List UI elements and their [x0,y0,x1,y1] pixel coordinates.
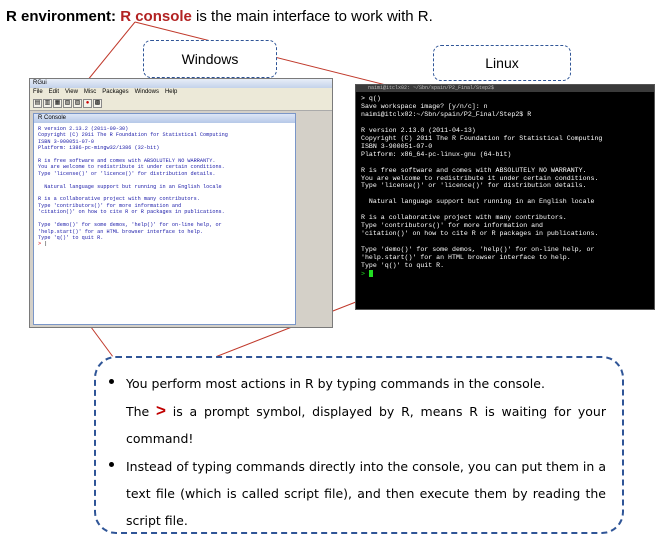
linux-label-box: Linux [433,45,571,81]
bullet-item-console: You perform most actions in R by typing … [109,370,606,452]
bullet-dot [109,462,114,467]
windows-r-console[interactable]: R Console R version 2.13.2 (2011-09-30) … [33,113,296,325]
bullet-text-prompt: The > is a prompt symbol, displayed by R… [126,401,606,446]
copy-icon[interactable]: ▧ [63,99,72,108]
linux-cursor [368,269,373,277]
windows-label-box: Windows [143,40,277,78]
linux-terminal-window: naimi@itclx02: ~/Sbn/spain/P2_Final/Step… [355,84,655,310]
bullet-item-script: Instead of typing commands directly into… [109,453,606,534]
linux-console-text: > q() Save workspace image? [y/n/c]: n n… [361,95,603,270]
stop-icon[interactable]: ● [83,99,92,108]
linux-terminal-titlebar: naimi@itclx02: ~/Sbn/spain/P2_Final/Step… [356,85,654,92]
r-console-title: R Console [34,114,295,123]
rgui-menubar: File Edit View Misc Packages Windows Hel… [30,88,332,97]
explanation-callout: You perform most actions in R by typing … [94,356,624,534]
open-script-icon[interactable]: ▤ [33,99,42,108]
menu-view[interactable]: View [65,88,78,97]
windows-label: Windows [181,51,239,67]
windows-prompt: > [38,241,42,248]
linux-label: Linux [485,55,519,71]
menu-help[interactable]: Help [165,88,177,97]
bullet-dot [109,379,114,384]
linux-prompt: > [361,270,365,278]
save-icon[interactable]: ▦ [53,99,62,108]
windows-console-output: R version 2.13.2 (2011-09-30) Copyright … [38,126,228,248]
bullet-text-console: You perform most actions in R by typing … [126,376,545,391]
paste-icon[interactable]: ▨ [73,99,82,108]
print-icon[interactable]: ▩ [93,99,102,108]
menu-edit[interactable]: Edit [49,88,59,97]
windows-rgui-window: RGui File Edit View Misc Packages Window… [29,78,333,328]
menu-file[interactable]: File [33,88,43,97]
rgui-titlebar: RGui [30,79,332,88]
menu-windows[interactable]: Windows [135,88,159,97]
menu-misc[interactable]: Misc [84,88,96,97]
windows-console-text: R version 2.13.2 (2011-09-30) Copyright … [38,126,228,241]
bullet-text-script: Instead of typing commands directly into… [126,459,606,528]
menu-packages[interactable]: Packages [102,88,128,97]
rgui-toolbar: ▤ ▥ ▦ ▧ ▨ ● ▩ [30,97,332,111]
load-workspace-icon[interactable]: ▥ [43,99,52,108]
linux-console-output[interactable]: > q() Save workspace image? [y/n/c]: n n… [356,92,654,281]
prompt-symbol: > [156,401,166,420]
